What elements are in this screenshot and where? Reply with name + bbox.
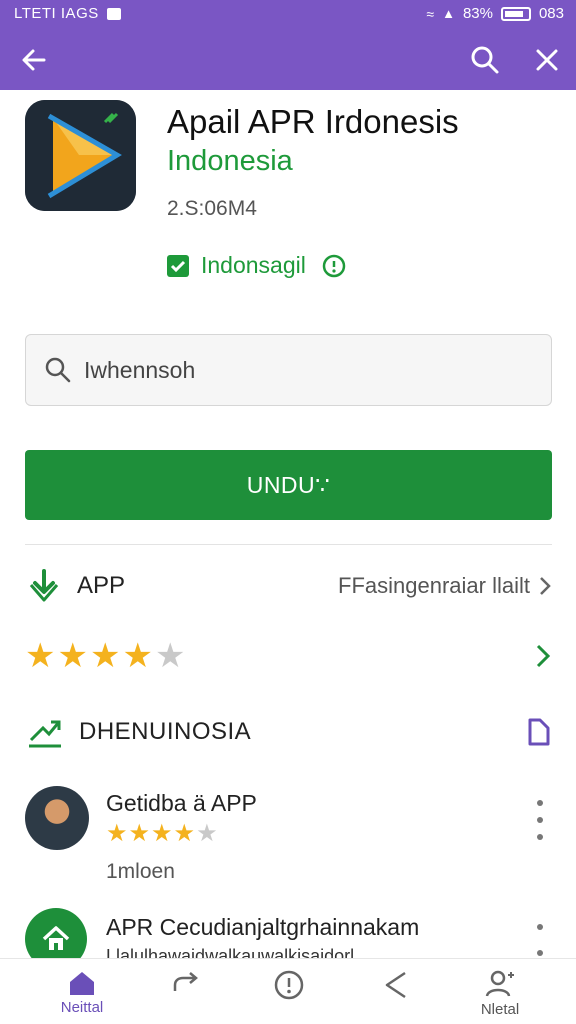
more-options-icon[interactable]	[528, 924, 552, 956]
install-button[interactable]: UNDU∵	[25, 450, 552, 520]
review-title: Getidba ä APP	[106, 790, 257, 816]
developer-row[interactable]: DHENUINOSIA	[25, 708, 552, 756]
download-shield-icon	[29, 569, 59, 602]
person-icon	[485, 970, 514, 997]
nav-profile[interactable]: Nletal	[470, 969, 530, 1023]
close-button[interactable]	[527, 40, 567, 80]
home-icon	[70, 972, 94, 995]
divider	[25, 544, 552, 545]
notification-icon	[106, 7, 121, 20]
star-icon: ★	[151, 820, 173, 847]
back-button[interactable]	[14, 40, 54, 80]
back-triangle-icon	[385, 971, 406, 999]
star-icon: ★	[57, 637, 88, 675]
more-options-icon[interactable]	[528, 800, 552, 840]
app-title: Apail APR Irdonesis	[167, 103, 459, 140]
review-text: Llalulhawaidwalkauwalkisaidorl	[106, 946, 355, 958]
search-icon	[45, 357, 71, 383]
close-icon	[536, 49, 558, 71]
app-developer[interactable]: Indonesia	[167, 145, 293, 178]
arrow-left-icon	[22, 49, 46, 71]
star-empty-icon: ★	[196, 820, 218, 847]
rating-stars: ★ ★ ★ ★ ★	[25, 639, 185, 673]
badge-label: Indonsagil	[201, 252, 306, 278]
top-bar: LTETI IAGS ≈ ▲ 83% 083	[0, 0, 576, 90]
nav-back[interactable]	[366, 969, 426, 1023]
avatar[interactable]	[25, 786, 89, 850]
home-icon	[42, 926, 70, 950]
battery-icon	[500, 6, 531, 21]
nav-home[interactable]: Neittal	[52, 969, 112, 1023]
info-circle-icon[interactable]	[322, 254, 346, 278]
star-icon: ★	[89, 637, 121, 675]
check-box-icon	[167, 254, 189, 277]
review-stars: ★ ★ ★ ★ ★	[106, 822, 218, 846]
star-icon: ★	[25, 637, 56, 675]
star-icon: ★	[173, 820, 196, 847]
bottom-navigation: Neittal Nletal	[0, 958, 576, 1024]
search-button[interactable]	[465, 40, 505, 80]
rating-row[interactable]: ★ ★ ★ ★ ★	[25, 632, 552, 680]
developer-label: DHENUINOSIA	[79, 718, 252, 745]
chevron-right-icon	[536, 644, 551, 668]
app-row-right-text: FFasingenraiar llailt	[338, 573, 530, 598]
redo-icon	[173, 972, 198, 991]
review-item: APR Cecudianjaltgrhainnakam Llalulhawaid…	[25, 908, 552, 970]
review-meta: 1mloen	[106, 860, 175, 883]
status-bar: LTETI IAGS ≈ ▲ 83% 083	[0, 0, 576, 28]
app-row-value: FFasingenraiar llailt	[338, 573, 552, 599]
verified-badge: Indonsagil	[165, 252, 346, 279]
chevron-right-icon	[540, 577, 551, 595]
star-empty-icon: ★	[154, 637, 186, 675]
info-icon	[274, 970, 304, 1000]
vibrate-icon: ≈	[426, 5, 435, 22]
star-icon: ★	[106, 820, 128, 847]
app-info-row[interactable]: APP FFasingenraiar llailt	[25, 562, 552, 610]
play-logo-icon	[25, 100, 136, 211]
star-icon: ★	[128, 820, 151, 847]
app-date: 2.S:06M4	[167, 197, 257, 220]
battery-percent: 83%	[462, 5, 493, 22]
nav-info[interactable]	[259, 969, 319, 1023]
signal-icon: ▲	[442, 6, 455, 21]
app-bar	[0, 30, 576, 88]
review-title: APR Cecudianjaltgrhainnakam	[106, 914, 420, 940]
carrier-label: LTETI IAGS	[14, 5, 99, 22]
app-icon	[25, 100, 136, 211]
clock: 083	[538, 5, 564, 22]
search-input[interactable]	[84, 356, 524, 384]
nav-redo[interactable]	[155, 969, 215, 1023]
search-box	[25, 334, 552, 406]
review-item: Getidba ä APP ★ ★ ★ ★ ★ 1mloen	[25, 786, 552, 891]
trend-up-icon	[29, 720, 61, 748]
app-row-label: APP	[77, 572, 126, 599]
star-icon: ★	[122, 637, 153, 675]
nav-home-label: Neittal	[60, 999, 104, 1016]
nav-profile-label: Nletal	[480, 1001, 520, 1018]
bookmark-icon[interactable]	[526, 717, 552, 747]
search-icon	[471, 46, 499, 74]
